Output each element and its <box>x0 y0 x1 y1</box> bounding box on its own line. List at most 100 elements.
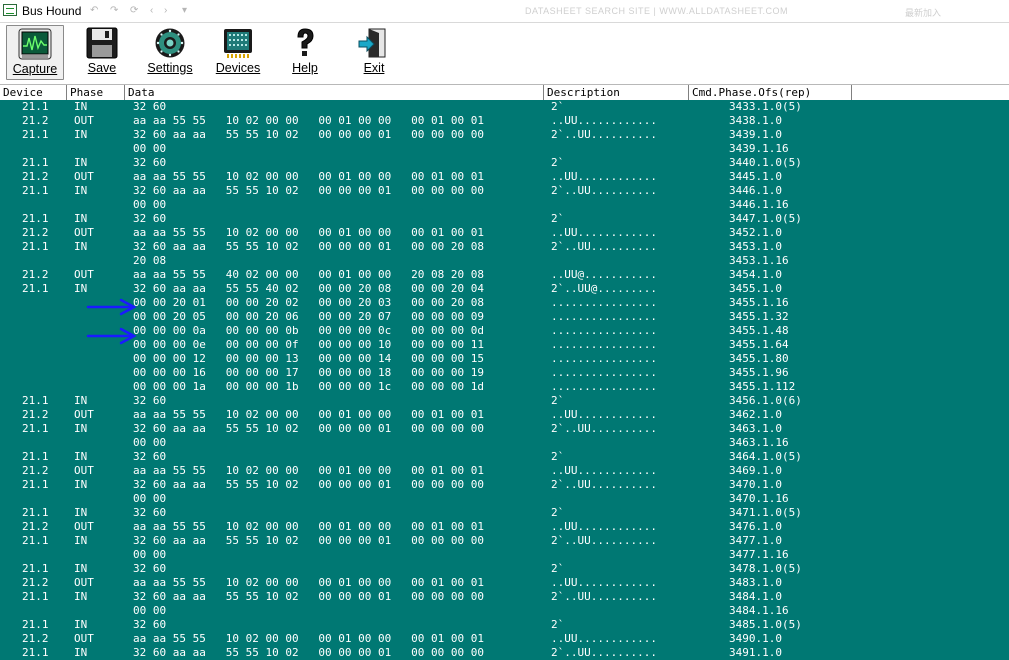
capture-button[interactable]: Capture <box>6 25 64 80</box>
cell-cmd-phase-ofs: 3439.1.0 <box>729 128 782 141</box>
cell-description: 2` <box>551 212 565 225</box>
cell-data: 00 00 00 12 00 00 00 13 00 00 00 14 00 0… <box>133 352 484 365</box>
cell-data: aa aa 55 55 10 02 00 00 00 01 00 00 00 0… <box>133 576 484 589</box>
cell-phase: IN <box>74 646 88 659</box>
table-row[interactable]: 21.1 IN 32 60 aa aa 55 55 40 02 00 00 20 0… <box>0 282 1009 296</box>
help-button[interactable]: Help <box>282 25 328 80</box>
table-row[interactable]: 00 00 20 05 00 00 20 06 00 00 20 07 00 0… <box>0 310 1009 324</box>
cell-description: 2`..UU.......... <box>551 534 657 547</box>
table-row[interactable]: 21.2 OUT aa aa 55 55 40 02 00 00 00 01 00 … <box>0 268 1009 282</box>
cell-cmd-phase-ofs: 3455.1.0 <box>729 282 782 295</box>
table-row[interactable]: 00 00 3446.1.16 <box>0 198 1009 212</box>
table-row[interactable]: 21.1 IN 32 60 2` 3464.1.0(5) <box>0 450 1009 464</box>
table-row[interactable]: 21.1 IN 32 60 aa aa 55 55 10 02 00 00 00 0… <box>0 478 1009 492</box>
title-bar: Bus Hound ↶ ↷ ⟳ ‹ › ▾ DATASHEET SEARCH S… <box>0 0 1009 23</box>
table-row[interactable]: 00 00 00 0e 00 00 00 0f 00 00 00 10 00 0… <box>0 338 1009 352</box>
table-row[interactable]: 00 00 3463.1.16 <box>0 436 1009 450</box>
cell-description: ..UU............ <box>551 576 657 589</box>
devices-chip-icon <box>221 27 255 59</box>
table-row[interactable]: 21.2 OUT aa aa 55 55 10 02 00 00 00 01 00 … <box>0 408 1009 422</box>
settings-button[interactable]: Settings <box>140 25 200 80</box>
table-row[interactable]: 00 00 00 16 00 00 00 17 00 00 00 18 00 0… <box>0 366 1009 380</box>
table-row[interactable]: 21.1 IN 32 60 2` 3478.1.0(5) <box>0 562 1009 576</box>
qa-back-icon[interactable]: ‹ <box>150 5 153 16</box>
column-header-description[interactable]: Description <box>544 85 689 100</box>
table-row[interactable]: 00 00 00 1a 00 00 00 1b 00 00 00 1c 00 0… <box>0 380 1009 394</box>
table-row[interactable]: 21.1 IN 32 60 2` 3456.1.0(6) <box>0 394 1009 408</box>
cell-device: 21.1 <box>22 646 49 659</box>
cell-device: 21.2 <box>22 464 49 477</box>
devices-button[interactable]: Devices <box>210 25 266 80</box>
table-row[interactable]: 00 00 3439.1.16 <box>0 142 1009 156</box>
table-row[interactable]: 00 00 3484.1.16 <box>0 604 1009 618</box>
table-row[interactable]: 00 00 20 01 00 00 20 02 00 00 20 03 00 0… <box>0 296 1009 310</box>
column-header-cmd-phase-ofs[interactable]: Cmd.Phase.Ofs(rep) <box>689 85 852 100</box>
cell-cmd-phase-ofs: 3476.1.0 <box>729 520 782 533</box>
table-row[interactable]: 21.1 IN 32 60 2` 3440.1.0(5) <box>0 156 1009 170</box>
table-row[interactable]: 00 00 3477.1.16 <box>0 548 1009 562</box>
cell-phase: OUT <box>74 114 94 127</box>
cell-phase: OUT <box>74 170 94 183</box>
exit-button[interactable]: Exit <box>352 25 396 80</box>
cell-cmd-phase-ofs: 3464.1.0(5) <box>729 450 802 463</box>
cell-description: ................ <box>551 310 657 323</box>
table-row[interactable]: 21.1 IN 32 60 2` 3447.1.0(5) <box>0 212 1009 226</box>
qa-undo-icon[interactable]: ↶ <box>90 5 98 16</box>
table-row[interactable]: 20 08 3453.1.16 <box>0 254 1009 268</box>
cell-description: ..UU............ <box>551 226 657 239</box>
table-row[interactable]: 00 00 3470.1.16 <box>0 492 1009 506</box>
faded-background-tail: 最新加入 <box>905 8 942 18</box>
column-header-data[interactable]: Data <box>125 85 544 100</box>
table-row[interactable]: 21.1 IN 32 60 aa aa 55 55 10 02 00 00 00 0… <box>0 590 1009 604</box>
table-row[interactable]: 21.1 IN 32 60 aa aa 55 55 10 02 00 00 00 0… <box>0 240 1009 254</box>
table-row[interactable]: 21.1 IN 32 60 aa aa 55 55 10 02 00 00 00 0… <box>0 646 1009 660</box>
cell-device: 21.2 <box>22 632 49 645</box>
cell-data: aa aa 55 55 40 02 00 00 00 01 00 00 20 0… <box>133 268 484 281</box>
cell-data: 32 60 aa aa 55 55 10 02 00 00 00 01 00 0… <box>133 590 484 603</box>
cell-cmd-phase-ofs: 3485.1.0(5) <box>729 618 802 631</box>
cell-phase: IN <box>74 394 88 407</box>
qa-redo-icon[interactable]: ↷ <box>110 5 118 16</box>
table-row[interactable]: 00 00 00 12 00 00 00 13 00 00 00 14 00 0… <box>0 352 1009 366</box>
cell-phase: OUT <box>74 576 94 589</box>
cell-phase: IN <box>74 282 88 295</box>
cell-data: 32 60 aa aa 55 55 10 02 00 00 00 01 00 0… <box>133 422 484 435</box>
table-row[interactable]: 21.1 IN 32 60 2` 3485.1.0(5) <box>0 618 1009 632</box>
cell-data: aa aa 55 55 10 02 00 00 00 01 00 00 00 0… <box>133 408 484 421</box>
cell-cmd-phase-ofs: 3433.1.0(5) <box>729 100 802 113</box>
exit-door-icon <box>357 27 391 59</box>
cell-description: ..UU............ <box>551 408 657 421</box>
table-row[interactable]: 21.1 IN 32 60 aa aa 55 55 10 02 00 00 00 0… <box>0 128 1009 142</box>
table-row[interactable]: 21.1 IN 32 60 aa aa 55 55 10 02 00 00 00 0… <box>0 184 1009 198</box>
table-row[interactable]: 21.2 OUT aa aa 55 55 10 02 00 00 00 01 00 … <box>0 226 1009 240</box>
cell-device: 21.2 <box>22 170 49 183</box>
column-header-phase[interactable]: Phase <box>67 85 125 100</box>
settings-dial-icon <box>153 27 187 59</box>
cell-cmd-phase-ofs: 3490.1.0 <box>729 632 782 645</box>
table-row[interactable]: 21.2 OUT aa aa 55 55 10 02 00 00 00 01 00 … <box>0 464 1009 478</box>
table-row[interactable]: 00 00 00 0a 00 00 00 0b 00 00 00 0c 00 0… <box>0 324 1009 338</box>
cell-data: 20 08 <box>133 254 167 267</box>
column-header-device[interactable]: Device <box>0 85 67 100</box>
table-row[interactable]: 21.1 IN 32 60 2` 3471.1.0(5) <box>0 506 1009 520</box>
table-row[interactable]: 21.2 OUT aa aa 55 55 10 02 00 00 00 01 00 … <box>0 632 1009 646</box>
cell-description: 2`..UU.......... <box>551 184 657 197</box>
capture-grid[interactable]: 21.1 IN 32 60 2` 3433.1.0(5) 21.2 OUT aa aa 55 … <box>0 100 1009 660</box>
table-row[interactable]: 21.1 IN 32 60 2` 3433.1.0(5) <box>0 100 1009 114</box>
cell-cmd-phase-ofs: 3456.1.0(6) <box>729 394 802 407</box>
cell-description: 2`..UU@......... <box>551 282 657 295</box>
qa-forward-icon[interactable]: › <box>164 5 167 16</box>
table-row[interactable]: 21.2 OUT aa aa 55 55 10 02 00 00 00 01 00 … <box>0 170 1009 184</box>
qa-refresh-icon[interactable]: ⟳ <box>130 5 138 16</box>
faded-background-title: DATASHEET SEARCH SITE | WWW.ALLDATASHEET… <box>525 6 789 16</box>
cell-data: aa aa 55 55 10 02 00 00 00 01 00 00 00 0… <box>133 464 484 477</box>
table-row[interactable]: 21.1 IN 32 60 aa aa 55 55 10 02 00 00 00 0… <box>0 422 1009 436</box>
table-row[interactable]: 21.2 OUT aa aa 55 55 10 02 00 00 00 01 00 … <box>0 520 1009 534</box>
table-row[interactable]: 21.1 IN 32 60 aa aa 55 55 10 02 00 00 00 0… <box>0 534 1009 548</box>
save-button[interactable]: Save <box>76 25 128 80</box>
cell-data: 00 00 20 01 00 00 20 02 00 00 20 03 00 0… <box>133 296 484 309</box>
qa-menu-icon[interactable]: ▾ <box>182 5 187 16</box>
table-row[interactable]: 21.2 OUT aa aa 55 55 10 02 00 00 00 01 00 … <box>0 576 1009 590</box>
cell-data: aa aa 55 55 10 02 00 00 00 01 00 00 00 0… <box>133 632 484 645</box>
table-row[interactable]: 21.2 OUT aa aa 55 55 10 02 00 00 00 01 00 … <box>0 114 1009 128</box>
